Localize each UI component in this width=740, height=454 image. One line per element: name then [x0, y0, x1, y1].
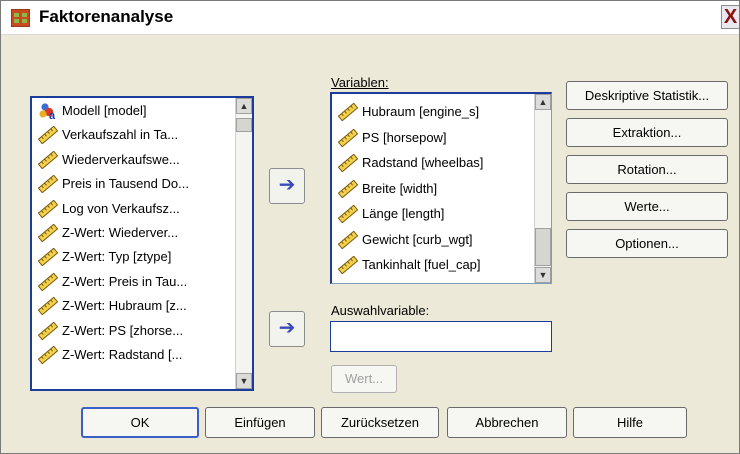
scale-icon — [337, 255, 359, 275]
right-arrow-icon: ➔ — [278, 174, 296, 196]
scale-icon — [37, 345, 59, 365]
scale-icon — [37, 150, 59, 170]
scale-icon — [37, 272, 59, 292]
rotation-button[interactable]: Rotation... — [566, 155, 728, 184]
variable-list-item[interactable]: Breite [width] — [332, 177, 532, 201]
variable-list-item-label: Hubraum [engine_s] — [362, 104, 480, 119]
variable-list-item[interactable]: Gewicht [curb_wgt] — [332, 228, 532, 252]
scroll-down-icon[interactable]: ▼ — [535, 267, 551, 283]
source-list-item-label: Preis in Tausend Do... — [62, 176, 189, 192]
source-list-item-label: Z-Wert: PS [zhorse... — [62, 322, 184, 338]
svg-text:a: a — [49, 110, 56, 120]
source-list-item-label: Z-Wert: Radstand [... — [62, 347, 183, 362]
source-list-item[interactable]: a Modell [model] — [32, 99, 232, 123]
variable-list-item-label: Länge [length] — [362, 206, 445, 221]
help-button[interactable]: Hilfe — [573, 407, 687, 438]
variables-list[interactable]: Hubraum [engine_s] PS [horsepow] Radstand … — [330, 92, 552, 284]
dialog-title: Faktorenanalyse — [39, 7, 174, 26]
value-button[interactable]: Wert... — [331, 365, 397, 393]
source-list-scrollbar[interactable]: ▲ ▼ — [235, 98, 252, 389]
scale-icon — [337, 153, 359, 173]
variable-list-item[interactable]: Radstand [wheelbas] — [332, 151, 532, 175]
source-list-item[interactable]: Z-Wert: Preis in Tau... — [32, 270, 232, 294]
close-button[interactable]: X — [721, 5, 739, 29]
title-bar: Faktorenanalyse X — [1, 1, 739, 35]
source-list-item[interactable]: Verkaufszahl in Ta... — [32, 123, 232, 147]
cancel-button[interactable]: Abbrechen — [447, 407, 567, 438]
scale-icon — [337, 179, 359, 198]
source-list-item[interactable]: Z-Wert: Wiederver... — [32, 221, 232, 245]
scroll-down-icon[interactable]: ▼ — [236, 373, 252, 389]
scale-icon — [37, 174, 59, 194]
source-list-item[interactable]: Log von Verkaufsz... — [32, 197, 232, 221]
variable-list-item-label: Gewicht [curb_wgt] — [362, 231, 473, 247]
nominal-icon: a — [38, 102, 58, 122]
values-button[interactable]: Werte... — [566, 192, 728, 221]
source-list-item[interactable]: Z-Wert: Radstand [... — [32, 343, 232, 367]
scale-icon — [337, 128, 359, 147]
source-list-item[interactable]: Z-Wert: PS [zhorse... — [32, 319, 232, 343]
options-button[interactable]: Optionen... — [566, 229, 728, 258]
source-list-item[interactable]: Z-Wert: Hubraum [z... — [32, 294, 232, 318]
scroll-up-icon[interactable]: ▲ — [236, 98, 252, 114]
source-list-item[interactable]: Z-Wert: Typ [ztype] — [32, 245, 232, 269]
move-to-selection-button[interactable]: ➔ — [269, 311, 305, 347]
source-list-item-label: Z-Wert: Preis in Tau... — [62, 273, 188, 289]
scale-icon — [337, 204, 359, 224]
source-list-item-label: Log von Verkaufsz... — [62, 200, 180, 216]
reset-button[interactable]: Zurücksetzen — [321, 407, 439, 438]
scale-icon — [37, 223, 59, 243]
extraction-button[interactable]: Extraktion... — [566, 118, 728, 147]
source-list-item-label: Z-Wert: Wiederver... — [62, 225, 179, 240]
app-table-icon — [11, 9, 30, 27]
ok-button[interactable]: OK — [81, 407, 199, 438]
variable-list-item-label: Radstand [wheelbas] — [362, 155, 484, 170]
source-list-item[interactable]: Wiederverkaufswe... — [32, 148, 232, 172]
scale-icon — [37, 199, 59, 219]
source-list-item-label: Z-Wert: Hubraum [z... — [62, 298, 187, 314]
scroll-up-icon[interactable]: ▲ — [535, 94, 551, 110]
scale-icon — [337, 102, 359, 122]
selection-variable-label: Auswahlvariable: — [331, 303, 430, 318]
variable-list-item[interactable]: Länge [length] — [332, 202, 532, 226]
source-variable-list[interactable]: a Modell [model] Verkaufszahl in Ta... Wied… — [30, 96, 254, 391]
right-arrow-icon: ➔ — [278, 317, 296, 339]
variable-list-item[interactable]: Hubraum [engine_s] — [332, 100, 532, 124]
source-list-item-label: Wiederverkaufswe... — [62, 151, 180, 167]
move-to-variables-button[interactable]: ➔ — [269, 168, 305, 204]
variable-list-item[interactable]: PS [horsepow] — [332, 126, 532, 150]
scroll-thumb[interactable] — [535, 228, 551, 266]
scroll-thumb[interactable] — [236, 118, 252, 132]
scale-icon — [37, 321, 59, 341]
source-list-item-label: Verkaufszahl in Ta... — [62, 127, 179, 143]
scale-icon — [37, 247, 59, 267]
scale-icon — [37, 296, 59, 316]
selection-variable-field[interactable] — [330, 321, 552, 352]
descriptive-statistics-button[interactable]: Deskriptive Statistik... — [566, 81, 728, 110]
factor-analysis-dialog: Faktorenanalyse X a Modell [model] Verkauf… — [0, 0, 740, 454]
source-list-item-label: Z-Wert: Typ [ztype] — [62, 249, 172, 265]
variable-list-item-label: PS [horsepow] — [362, 129, 447, 145]
variables-list-scrollbar[interactable]: ▲ ▼ — [534, 94, 551, 283]
variable-list-item[interactable]: Tankinhalt [fuel_cap] — [332, 253, 532, 277]
source-list-item[interactable]: Preis in Tausend Do... — [32, 172, 232, 196]
variable-list-item-label: Tankinhalt [fuel_cap] — [362, 257, 481, 272]
scale-icon — [37, 125, 59, 145]
source-list-item-label: Modell [model] — [62, 103, 147, 118]
paste-button[interactable]: Einfügen — [205, 407, 315, 438]
variables-label: Variablen: — [331, 75, 389, 90]
variable-list-item-label: Breite [width] — [362, 180, 438, 196]
scale-icon — [337, 230, 359, 249]
